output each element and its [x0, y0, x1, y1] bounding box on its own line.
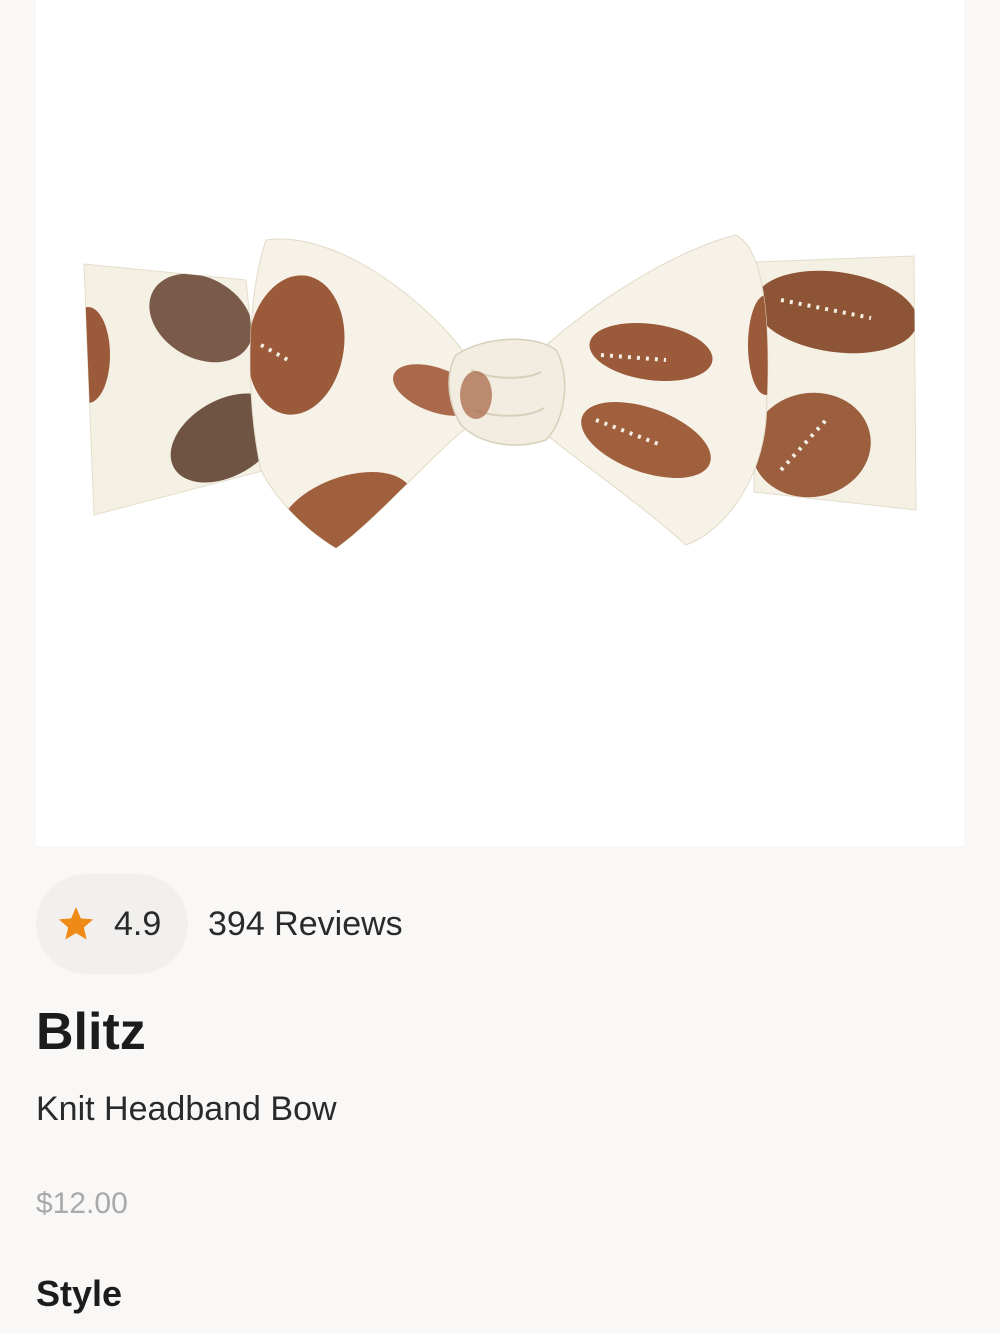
product-subtitle: Knit Headband Bow [36, 1090, 337, 1128]
product-page: 4.9 394 Reviews Blitz Knit Headband Bow … [0, 0, 1000, 1333]
rating-value: 4.9 [114, 904, 162, 943]
product-image[interactable] [36, 0, 964, 846]
style-option-heading: Style [36, 1273, 123, 1314]
star-icon [58, 907, 94, 940]
product-title: Blitz [36, 1003, 146, 1061]
headband-bow-illustration [83, 234, 917, 549]
reviews-link[interactable]: 394 Reviews [208, 905, 403, 944]
rating-badge[interactable]: 4.9 [36, 874, 188, 974]
product-price: $12.00 [36, 1187, 128, 1220]
rating-row: 4.9 394 Reviews [36, 874, 403, 974]
